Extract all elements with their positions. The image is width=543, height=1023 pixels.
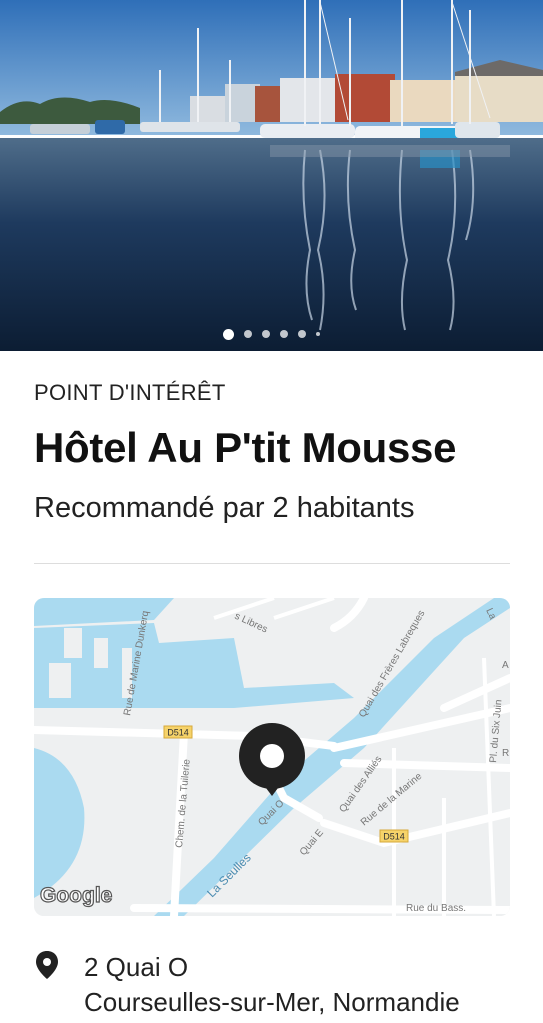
- map-label: A: [502, 660, 509, 671]
- hero-photo[interactable]: [0, 0, 543, 351]
- carousel-dot[interactable]: [244, 330, 252, 338]
- carousel-dots[interactable]: [0, 326, 543, 342]
- marina-harbor-photo: [0, 0, 543, 351]
- road-badge-text: D514: [383, 832, 405, 842]
- category-label: POINT D'INTÉRÊT: [34, 380, 226, 405]
- location-pin-icon: [34, 950, 60, 980]
- carousel-dot[interactable]: [298, 330, 306, 338]
- address-line1: 2 Quai O: [84, 952, 189, 982]
- carousel-dot[interactable]: [262, 330, 270, 338]
- road-badge-text: D514: [167, 728, 189, 738]
- carousel-dot[interactable]: [280, 330, 288, 338]
- road-badge-d514: D514: [379, 829, 409, 843]
- carousel-dot[interactable]: [316, 332, 320, 336]
- road-badge-d514: D514: [163, 725, 193, 739]
- address-line2: Courseulles-sur-Mer, Normandie: [84, 987, 460, 1017]
- divider: [34, 563, 510, 564]
- map[interactable]: D514 D514 s Libres Rue de Marine Dunkerq…: [34, 598, 510, 916]
- recommendation-text: Recommandé par 2 habitants: [34, 492, 415, 524]
- google-logo: Google: [40, 884, 112, 907]
- map-label: Rue du Bass.: [406, 903, 466, 914]
- carousel-dot-active[interactable]: [223, 328, 234, 340]
- place-title: Hôtel Au P'tit Mousse: [34, 424, 457, 471]
- map-label: R: [502, 748, 509, 759]
